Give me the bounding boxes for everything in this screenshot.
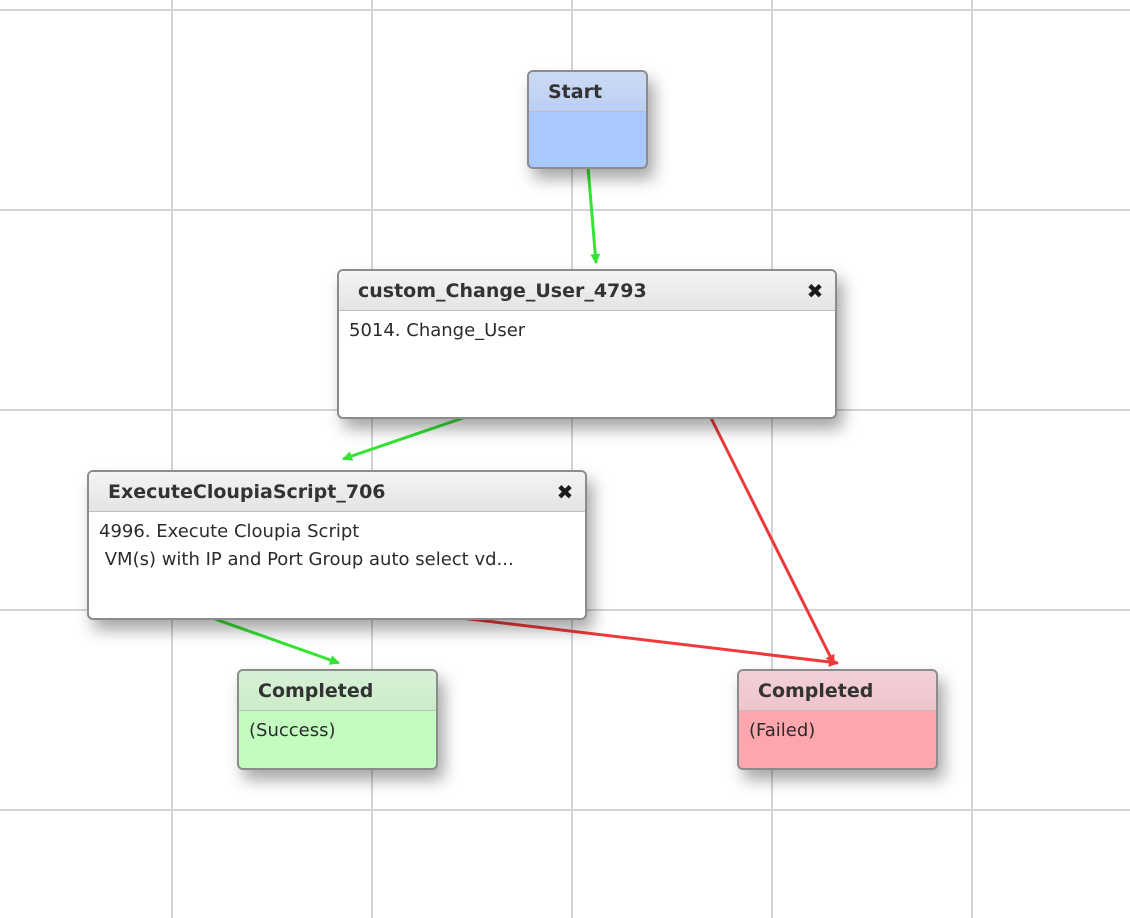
change-user-task-body: 5014. Change_User [339, 311, 835, 351]
execute-script-task-header: ExecuteCloupiaScript_706 ✖ [89, 472, 585, 512]
change-user-task-header: custom_Change_User_4793 ✖ [339, 271, 835, 311]
execute-script-task-line: 4996. Execute Cloupia Script [99, 521, 360, 542]
close-icon[interactable]: ✖ [805, 271, 825, 311]
completed-success-status: (Success) [249, 720, 336, 741]
start-node-title: Start [529, 72, 646, 112]
execute-script-task-body: 4996. Execute Cloupia Script VM(s) with … [89, 512, 585, 580]
change-user-task-node[interactable]: custom_Change_User_4793 ✖ 5014. Change_U… [337, 269, 837, 419]
start-node-body [529, 112, 646, 124]
change-user-task-line: 5014. Change_User [349, 320, 526, 341]
completed-failed-status: (Failed) [749, 720, 816, 741]
change-user-task-title: custom_Change_User_4793 [358, 280, 647, 302]
completed-failed-node[interactable]: Completed (Failed) [737, 669, 938, 770]
completed-success-title: Completed [239, 671, 436, 711]
start-node[interactable]: Start [527, 70, 648, 169]
completed-failed-title: Completed [739, 671, 936, 711]
execute-script-task-node[interactable]: ExecuteCloupiaScript_706 ✖ 4996. Execute… [87, 470, 587, 620]
execute-script-task-title: ExecuteCloupiaScript_706 [108, 481, 386, 503]
close-icon[interactable]: ✖ [555, 472, 575, 512]
completed-success-node[interactable]: Completed (Success) [237, 669, 438, 770]
execute-script-task-line: VM(s) with IP and Port Group auto select… [99, 549, 514, 570]
